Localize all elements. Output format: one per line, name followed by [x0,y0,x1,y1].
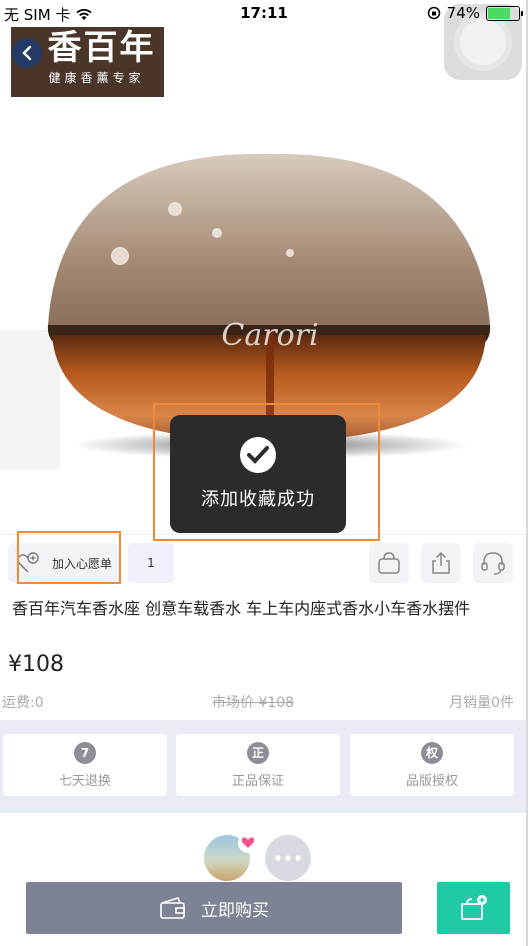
favorite-button[interactable] [369,543,409,583]
battery-percent: 74% [446,4,480,22]
guarantee-section: 7 七天退换 正 正品保证 权 品版授权 [0,720,528,813]
headset-icon [481,552,505,575]
guarantee-authentic[interactable]: 正 正品保证 [176,734,340,796]
heart-icon [238,833,258,853]
add-to-cart-button[interactable] [437,882,510,934]
share-button[interactable] [421,543,461,583]
more-users-button[interactable] [265,835,311,881]
share-icon [432,551,450,574]
bag-icon [378,552,400,574]
svg-text:Carori: Carori [221,318,318,353]
more-dots-icon [275,855,301,861]
license-badge-icon: 权 [421,741,443,764]
battery-icon [486,5,523,21]
guarantee-licensed[interactable]: 权 品版授权 [350,734,514,796]
guarantee-label: 七天退换 [58,773,111,789]
chevron-left-icon [22,45,32,61]
logo-sub-text: 健康香薰专家 [48,71,145,85]
buy-now-label: 立即购买 [201,900,269,921]
product-title: 香百年汽车香水座 创意车载香水 车上车内座式香水小车香水摆件 [12,599,471,618]
seven-day-badge-icon: 7 [74,741,96,764]
market-price: 市场价 ¥108 [212,695,295,711]
wishlist-highlight-box [17,531,121,584]
checkmark-icon [240,437,276,473]
guarantee-label: 正品保证 [231,773,284,789]
cart-plus-icon [460,895,487,920]
wallet-icon [160,897,185,919]
orientation-lock-icon [427,6,440,20]
toast-message: 添加收藏成功 [170,415,346,533]
toast-text: 添加收藏成功 [201,489,315,510]
customer-service-button[interactable] [473,543,513,583]
product-price: ¥108 [8,652,64,677]
wishlist-count: 1 [128,543,174,583]
shipping-fee: 运费:0 [2,695,44,711]
guarantee-label: 品版授权 [405,773,458,789]
authentic-badge-icon: 正 [247,741,269,764]
monthly-sales: 月销量0件 [449,695,514,711]
status-bar: 无 SIM 卡 17:11 74% [0,0,528,28]
guarantee-seven-day-return[interactable]: 7 七天退换 [3,734,167,796]
product-meta-row: 运费:0 市场价 ¥108 月销量0件 [0,692,528,712]
back-button[interactable] [12,38,42,68]
buy-now-button[interactable]: 立即购买 [26,882,402,934]
